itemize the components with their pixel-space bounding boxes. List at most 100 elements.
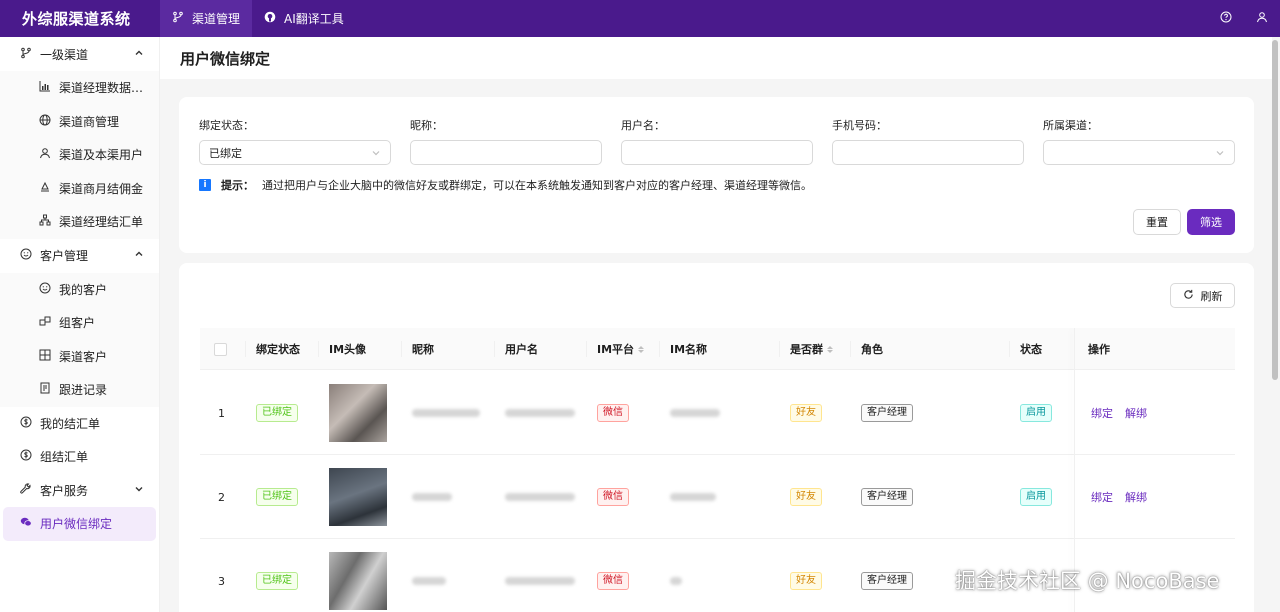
unbind-link[interactable]: 解绑 <box>1125 489 1147 505</box>
column-label: IM平台 <box>597 343 635 356</box>
cell-avatar <box>329 455 387 539</box>
hint-title: 提示： <box>221 179 254 192</box>
page-scrollbar[interactable] <box>1272 40 1278 380</box>
cell-bind-status: 已绑定 <box>256 371 298 455</box>
github-icon <box>264 11 276 26</box>
role-tag: 客户经理 <box>861 488 913 506</box>
sidebar-item-label: 渠道客户 <box>59 349 108 364</box>
cell-username-redacted <box>505 539 575 612</box>
username-input[interactable] <box>621 140 813 165</box>
select-all-checkbox[interactable] <box>214 328 227 370</box>
sidebar-item-customer-service[interactable]: 客户服务 <box>0 474 159 508</box>
chevron-up-icon <box>133 47 145 62</box>
sidebar-submenu-customer: 我的客户 组客户 渠道客户 跟进记录 <box>0 272 159 407</box>
table-header: 绑定状态 IM头像 昵称 用户名 IM平台 IM名称 是否群 角色 状态 操作 <box>200 328 1235 370</box>
col-actions: 操作 <box>1088 328 1110 370</box>
topnav-ai-translate[interactable]: AI翻译工具 <box>252 0 356 37</box>
cell-actions: 绑定 解绑 <box>1091 455 1159 539</box>
cell-is-group: 好友 <box>790 539 822 612</box>
sidebar-item-label: 组客户 <box>59 316 96 331</box>
sidebar-item-channel-merchant[interactable]: 渠道商管理 <box>0 105 159 139</box>
cell-role: 客户经理 <box>861 539 913 612</box>
col-status: 状态 <box>1009 328 1042 370</box>
sidebar-item-monthly-commission[interactable]: 渠道商月结佣金 <box>0 172 159 206</box>
wrench-icon <box>20 483 32 498</box>
col-is-group[interactable]: 是否群 <box>779 328 833 370</box>
col-nickname: 昵称 <box>401 328 434 370</box>
cell-status: 启用 <box>1020 371 1052 455</box>
sidebar-item-group-customers[interactable]: 组客户 <box>0 306 159 340</box>
sort-icon[interactable] <box>638 345 645 353</box>
reset-button[interactable]: 重置 <box>1133 209 1181 235</box>
cell-platform: 微信 <box>597 455 629 539</box>
column-label: 角色 <box>861 343 883 356</box>
col-username: 用户名 <box>494 328 538 370</box>
refresh-label: 刷新 <box>1200 289 1223 303</box>
cell-im-name-redacted <box>670 539 682 612</box>
sidebar-item-follow-up[interactable]: 跟进记录 <box>0 373 159 407</box>
grid-icon <box>39 349 51 364</box>
user-icon <box>39 147 51 162</box>
sidebar-item-my-settlement[interactable]: 我的结汇单 <box>0 407 159 441</box>
group-type-tag: 好友 <box>790 404 822 422</box>
sidebar-item-label: 渠道商管理 <box>59 114 120 129</box>
sidebar-group-customer-management[interactable]: 客户管理 <box>0 239 159 273</box>
help-button[interactable] <box>1208 0 1244 37</box>
filter-label: 用户名： <box>621 119 665 132</box>
cell-platform: 微信 <box>597 539 629 612</box>
unbind-link[interactable]: 解绑 <box>1125 405 1147 421</box>
help-icon <box>1220 11 1232 26</box>
role-tag: 客户经理 <box>861 404 913 422</box>
filter-label: 手机号码： <box>832 119 887 132</box>
sidebar-item-manager-settlement[interactable]: 渠道经理结汇单 <box>0 205 159 239</box>
sidebar-item-label: 组结汇单 <box>40 450 89 465</box>
cell-username-redacted <box>505 371 575 455</box>
cell-username-redacted <box>505 455 575 539</box>
filter-button[interactable]: 筛选 <box>1187 209 1235 235</box>
channel-select[interactable] <box>1043 140 1235 165</box>
checkbox[interactable] <box>214 342 227 356</box>
cell-role: 客户经理 <box>861 455 913 539</box>
bind-status-select[interactable]: 已绑定 <box>199 140 391 165</box>
sidebar-group-level1-channel[interactable]: 一级渠道 <box>0 37 159 71</box>
bind-link[interactable]: 绑定 <box>1091 405 1113 421</box>
user-menu-button[interactable] <box>1244 0 1280 37</box>
column-label: 操作 <box>1088 343 1110 356</box>
sidebar-item-group-settlement[interactable]: 组结汇单 <box>0 440 159 474</box>
chart-icon <box>39 80 51 95</box>
table-card: 刷新 绑定状态 IM头像 昵称 用户名 IM平台 IM名称 是否群 角色 状态 … <box>179 263 1254 612</box>
cell-platform: 微信 <box>597 371 629 455</box>
top-header: 外综服渠道系统 渠道管理 AI翻译工具 <box>0 0 1280 37</box>
role-tag: 客户经理 <box>861 572 913 590</box>
sidebar-item-my-customers[interactable]: 我的客户 <box>0 273 159 307</box>
sidebar-item-manager-stats[interactable]: 渠道经理数据统计 <box>0 71 159 105</box>
refresh-button[interactable]: 刷新 <box>1170 283 1235 308</box>
phone-input[interactable] <box>832 140 1024 165</box>
bind-link[interactable]: 绑定 <box>1091 489 1113 505</box>
topnav-channel-management[interactable]: 渠道管理 <box>160 0 253 37</box>
commission-icon <box>39 181 51 196</box>
cell-im-name-redacted <box>670 455 716 539</box>
select-value: 已绑定 <box>209 146 242 160</box>
filter-label: 绑定状态： <box>199 119 254 132</box>
column-label: 绑定状态 <box>256 343 300 356</box>
column-label: IM名称 <box>670 343 708 356</box>
sidebar-item-wechat-binding[interactable]: 用户微信绑定 <box>3 507 156 541</box>
org-icon <box>39 214 51 229</box>
group-type-tag: 好友 <box>790 572 822 590</box>
filter-phone: 手机号码： <box>832 117 1024 165</box>
topnav-label: AI翻译工具 <box>284 12 344 26</box>
sort-icon[interactable] <box>827 345 833 353</box>
hint-text: 通过把用户与企业大脑中的微信好友或群绑定，可以在本系统触发通知到客户对应的客户经… <box>262 179 812 192</box>
sidebar-item-channel-users[interactable]: 渠道及本渠用户 <box>0 138 159 172</box>
avatar <box>329 384 387 442</box>
watermark-text: 掘金技术社区 @ NocoBase <box>955 569 1220 593</box>
chevron-down-icon <box>1215 148 1225 158</box>
col-im-platform[interactable]: IM平台 <box>586 328 645 370</box>
bind-status-tag: 已绑定 <box>256 572 298 590</box>
sidebar-item-channel-customers[interactable]: 渠道客户 <box>0 340 159 374</box>
nickname-input[interactable] <box>410 140 602 165</box>
sidebar-group-label: 客户管理 <box>40 249 89 263</box>
wechat-icon <box>20 516 32 531</box>
sidebar-item-label: 我的客户 <box>59 282 108 297</box>
